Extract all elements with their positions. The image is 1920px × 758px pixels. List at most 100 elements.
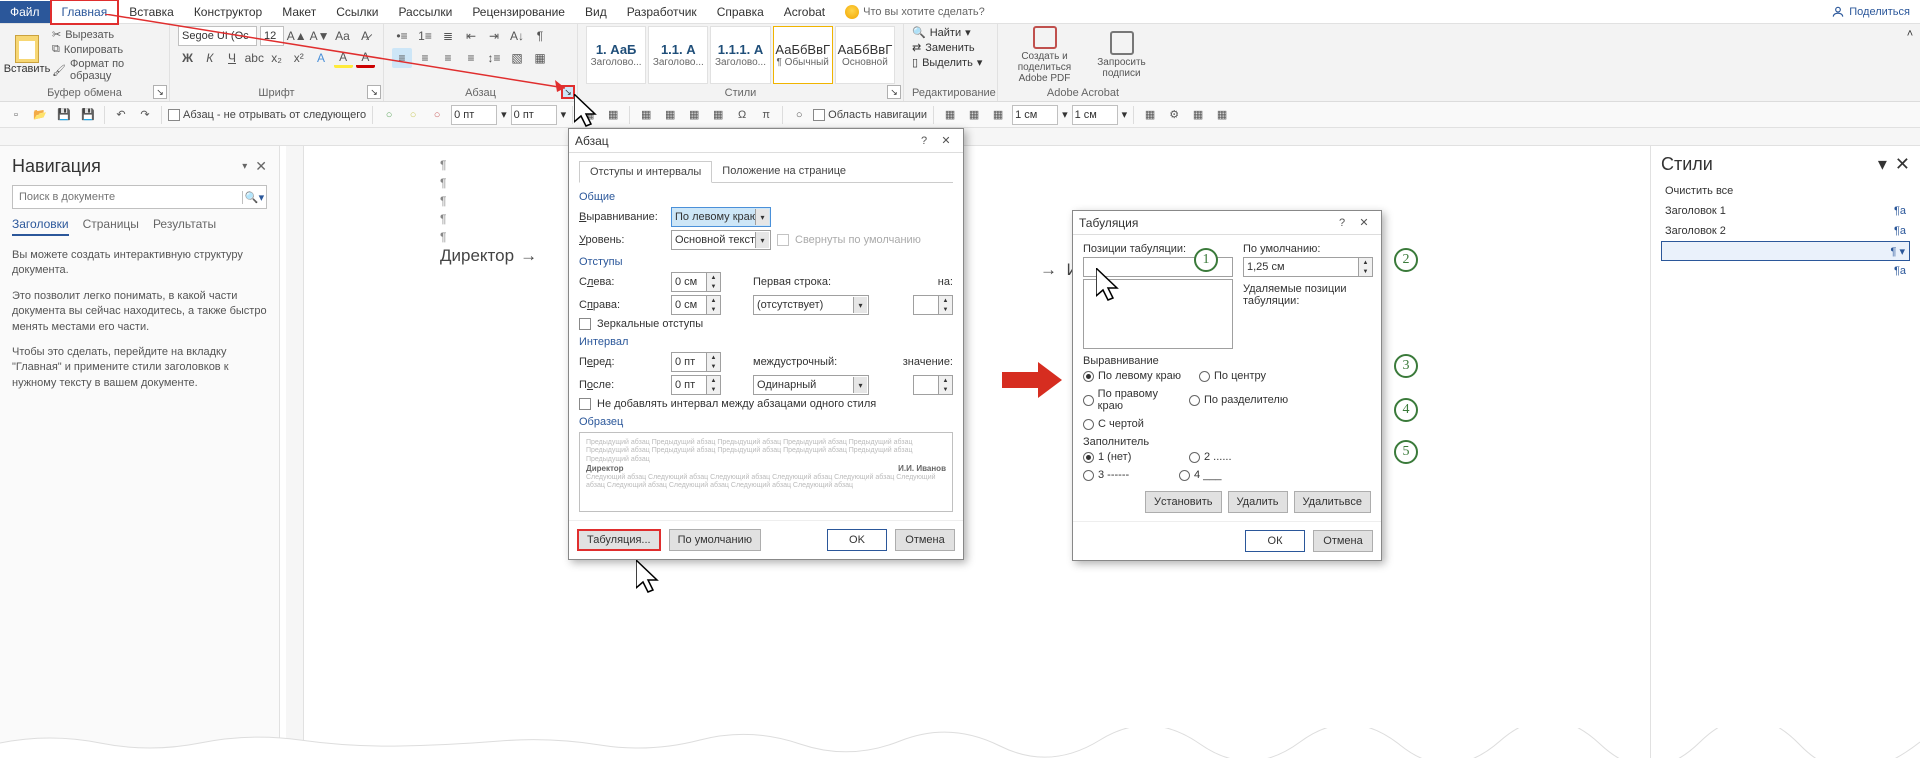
tb-icon-6[interactable]: ▦ bbox=[708, 105, 728, 125]
set-tab-button[interactable]: Установить bbox=[1145, 491, 1221, 513]
tb-icon-7[interactable]: ▦ bbox=[940, 105, 960, 125]
redo-icon[interactable]: ↷ bbox=[135, 105, 155, 125]
space-before-spin[interactable]: 0 пт▲▼ bbox=[671, 352, 721, 372]
tab-positions-list[interactable] bbox=[1083, 279, 1233, 349]
styles-dropdown-icon[interactable]: ▾ bbox=[1878, 154, 1887, 175]
tb-omega-icon[interactable]: Ω bbox=[732, 105, 752, 125]
menu-help[interactable]: Справка bbox=[707, 1, 774, 23]
document-page[interactable]: ¶¶¶¶¶ Директор→ → И.И. bbox=[320, 146, 1620, 758]
leader-2-radio[interactable]: 2 ...... bbox=[1189, 451, 1279, 463]
margin-right-spin[interactable]: 1 см bbox=[1072, 105, 1118, 125]
leader-4-radio[interactable]: 4 ___ bbox=[1179, 469, 1279, 481]
clear-tab-button[interactable]: Удалить bbox=[1228, 491, 1288, 513]
tabs-button[interactable]: Табуляция... bbox=[577, 529, 661, 551]
indent-left-spin[interactable]: 0 см▲▼ bbox=[671, 272, 721, 292]
paragraph-ok-button[interactable]: OK bbox=[827, 529, 887, 551]
share-button[interactable]: Поделиться bbox=[1831, 5, 1910, 19]
style-body[interactable]: АаБбВвГОсновной bbox=[835, 26, 895, 84]
nav-close-icon[interactable]: ✕ bbox=[255, 158, 267, 175]
undo-icon[interactable]: ↶ bbox=[111, 105, 131, 125]
style-heading1[interactable]: 1. АаБЗаголово... bbox=[586, 26, 646, 84]
tb-icon-3[interactable]: ▦ bbox=[636, 105, 656, 125]
nav-search[interactable]: 🔍▾ bbox=[12, 185, 267, 209]
mirror-checkbox[interactable] bbox=[579, 318, 591, 330]
space-after-spin[interactable]: 0 пт▲▼ bbox=[671, 375, 721, 395]
tb-icon-2[interactable]: ▦ bbox=[603, 105, 623, 125]
menu-developer[interactable]: Разработчик bbox=[617, 1, 707, 23]
circle-yellow-icon[interactable]: ○ bbox=[403, 105, 423, 125]
alignment-combo[interactable]: По левому краю▾ bbox=[671, 207, 771, 227]
first-line-combo[interactable]: (отсутствует)▾ bbox=[753, 295, 869, 315]
tb-icon-11[interactable]: ⚙ bbox=[1164, 105, 1184, 125]
replace-button[interactable]: ⇄Заменить bbox=[912, 41, 989, 54]
select-button[interactable]: ▯Выделить▾ bbox=[912, 56, 989, 69]
tb-icon-12[interactable]: ▦ bbox=[1188, 105, 1208, 125]
clear-all-tabs-button[interactable]: Удалить все bbox=[1294, 491, 1371, 513]
dialog-help-icon[interactable]: ? bbox=[913, 130, 935, 152]
leader-3-radio[interactable]: 3 ------ bbox=[1083, 469, 1173, 481]
default-tab-spin[interactable]: 1,25 см▲▼ bbox=[1243, 257, 1373, 277]
style-row-h1[interactable]: Заголовок 1¶а bbox=[1661, 201, 1910, 221]
tabs-cancel-button[interactable]: Отмена bbox=[1313, 530, 1373, 552]
first-line-by-spin[interactable]: ▲▼ bbox=[913, 295, 953, 315]
find-button[interactable]: 🔍Найти▾ bbox=[912, 26, 989, 39]
circle-green-icon[interactable]: ○ bbox=[379, 105, 399, 125]
line-at-spin[interactable]: ▲▼ bbox=[913, 375, 953, 395]
vertical-ruler[interactable] bbox=[286, 146, 304, 758]
line-spacing-combo[interactable]: Одинарный▾ bbox=[753, 375, 869, 395]
new-doc-icon[interactable]: ▫ bbox=[6, 105, 26, 125]
keep-with-next-checkbox[interactable]: Абзац - не отрывать от следующего bbox=[168, 109, 366, 121]
nav-tab-headings[interactable]: Заголовки bbox=[12, 217, 69, 236]
tb-icon-5[interactable]: ▦ bbox=[684, 105, 704, 125]
menu-acrobat[interactable]: Acrobat bbox=[774, 1, 835, 23]
save-icon[interactable]: 💾 bbox=[54, 105, 74, 125]
nav-search-go-icon[interactable]: 🔍▾ bbox=[242, 191, 266, 204]
menu-file[interactable]: Файл bbox=[0, 1, 50, 23]
adobe-share-button[interactable]: Создать и поделиться Adobe PDF bbox=[1006, 26, 1083, 84]
styles-launcher[interactable]: ↘ bbox=[887, 85, 901, 99]
style-row-blank[interactable]: ¶а bbox=[1661, 261, 1910, 281]
spacing-after-spin[interactable]: 0 пт bbox=[511, 105, 557, 125]
para-tab-position[interactable]: Положение на странице bbox=[712, 161, 856, 182]
tabs-dialog-close-icon[interactable]: ✕ bbox=[1353, 212, 1375, 234]
tabs-ok-button[interactable]: ОК bbox=[1245, 530, 1305, 552]
defaults-button[interactable]: По умолчанию bbox=[669, 529, 761, 551]
leader-1-radio[interactable]: 1 (нет) bbox=[1083, 451, 1183, 463]
style-clear-all[interactable]: Очистить все bbox=[1661, 181, 1910, 201]
circle-red-icon[interactable]: ○ bbox=[427, 105, 447, 125]
collapse-ribbon-icon[interactable]: ˄ bbox=[1900, 24, 1920, 44]
tabs-dialog-help-icon[interactable]: ? bbox=[1331, 212, 1353, 234]
open-icon[interactable]: 📂 bbox=[30, 105, 50, 125]
style-heading3[interactable]: 1.1.1. АЗаголово... bbox=[710, 26, 770, 84]
paste-button[interactable]: Вставить bbox=[8, 26, 46, 84]
indent-right-spin[interactable]: 0 см▲▼ bbox=[671, 295, 721, 315]
align-left-radio[interactable]: По левому краю bbox=[1083, 370, 1193, 382]
style-row-h2[interactable]: Заголовок 2¶а bbox=[1661, 221, 1910, 241]
nav-search-input[interactable] bbox=[13, 191, 242, 203]
align-decimal-radio[interactable]: По разделителю bbox=[1189, 388, 1299, 412]
para-tab-indents[interactable]: Отступы и интервалы bbox=[579, 161, 712, 183]
align-right-radio[interactable]: По правому краю bbox=[1083, 388, 1183, 412]
tb-pi-icon[interactable]: π bbox=[756, 105, 776, 125]
spacing-before-spin[interactable]: 0 пт bbox=[451, 105, 497, 125]
save-as-icon[interactable]: 💾 bbox=[78, 105, 98, 125]
style-normal[interactable]: АаБбВвГ¶ Обычный bbox=[773, 26, 833, 84]
style-heading2[interactable]: 1.1. АЗаголово... bbox=[648, 26, 708, 84]
menu-view[interactable]: Вид bbox=[575, 1, 617, 23]
tb-icon-4[interactable]: ▦ bbox=[660, 105, 680, 125]
tell-me[interactable]: Что вы хотите сделать? bbox=[845, 5, 985, 19]
nosame-checkbox[interactable] bbox=[579, 398, 591, 410]
adobe-sign-button[interactable]: Запросить подписи bbox=[1083, 26, 1160, 84]
paragraph-cancel-button[interactable]: Отмена bbox=[895, 529, 955, 551]
style-row-selected[interactable]: ¶ ▾ bbox=[1661, 241, 1910, 261]
navigation-pane-checkbox[interactable]: Область навигации bbox=[813, 109, 927, 121]
outline-combo[interactable]: Основной текст▾ bbox=[671, 230, 771, 250]
tb-icon-8[interactable]: ▦ bbox=[964, 105, 984, 125]
styles-close-icon[interactable]: ✕ bbox=[1895, 154, 1910, 175]
tb-icon-13[interactable]: ▦ bbox=[1212, 105, 1232, 125]
nav-tab-results[interactable]: Результаты bbox=[153, 217, 216, 236]
margin-left-spin[interactable]: 1 см bbox=[1012, 105, 1058, 125]
dialog-close-icon[interactable]: ✕ bbox=[935, 130, 957, 152]
tb-icon-9[interactable]: ▦ bbox=[988, 105, 1008, 125]
nav-tab-pages[interactable]: Страницы bbox=[83, 217, 139, 236]
